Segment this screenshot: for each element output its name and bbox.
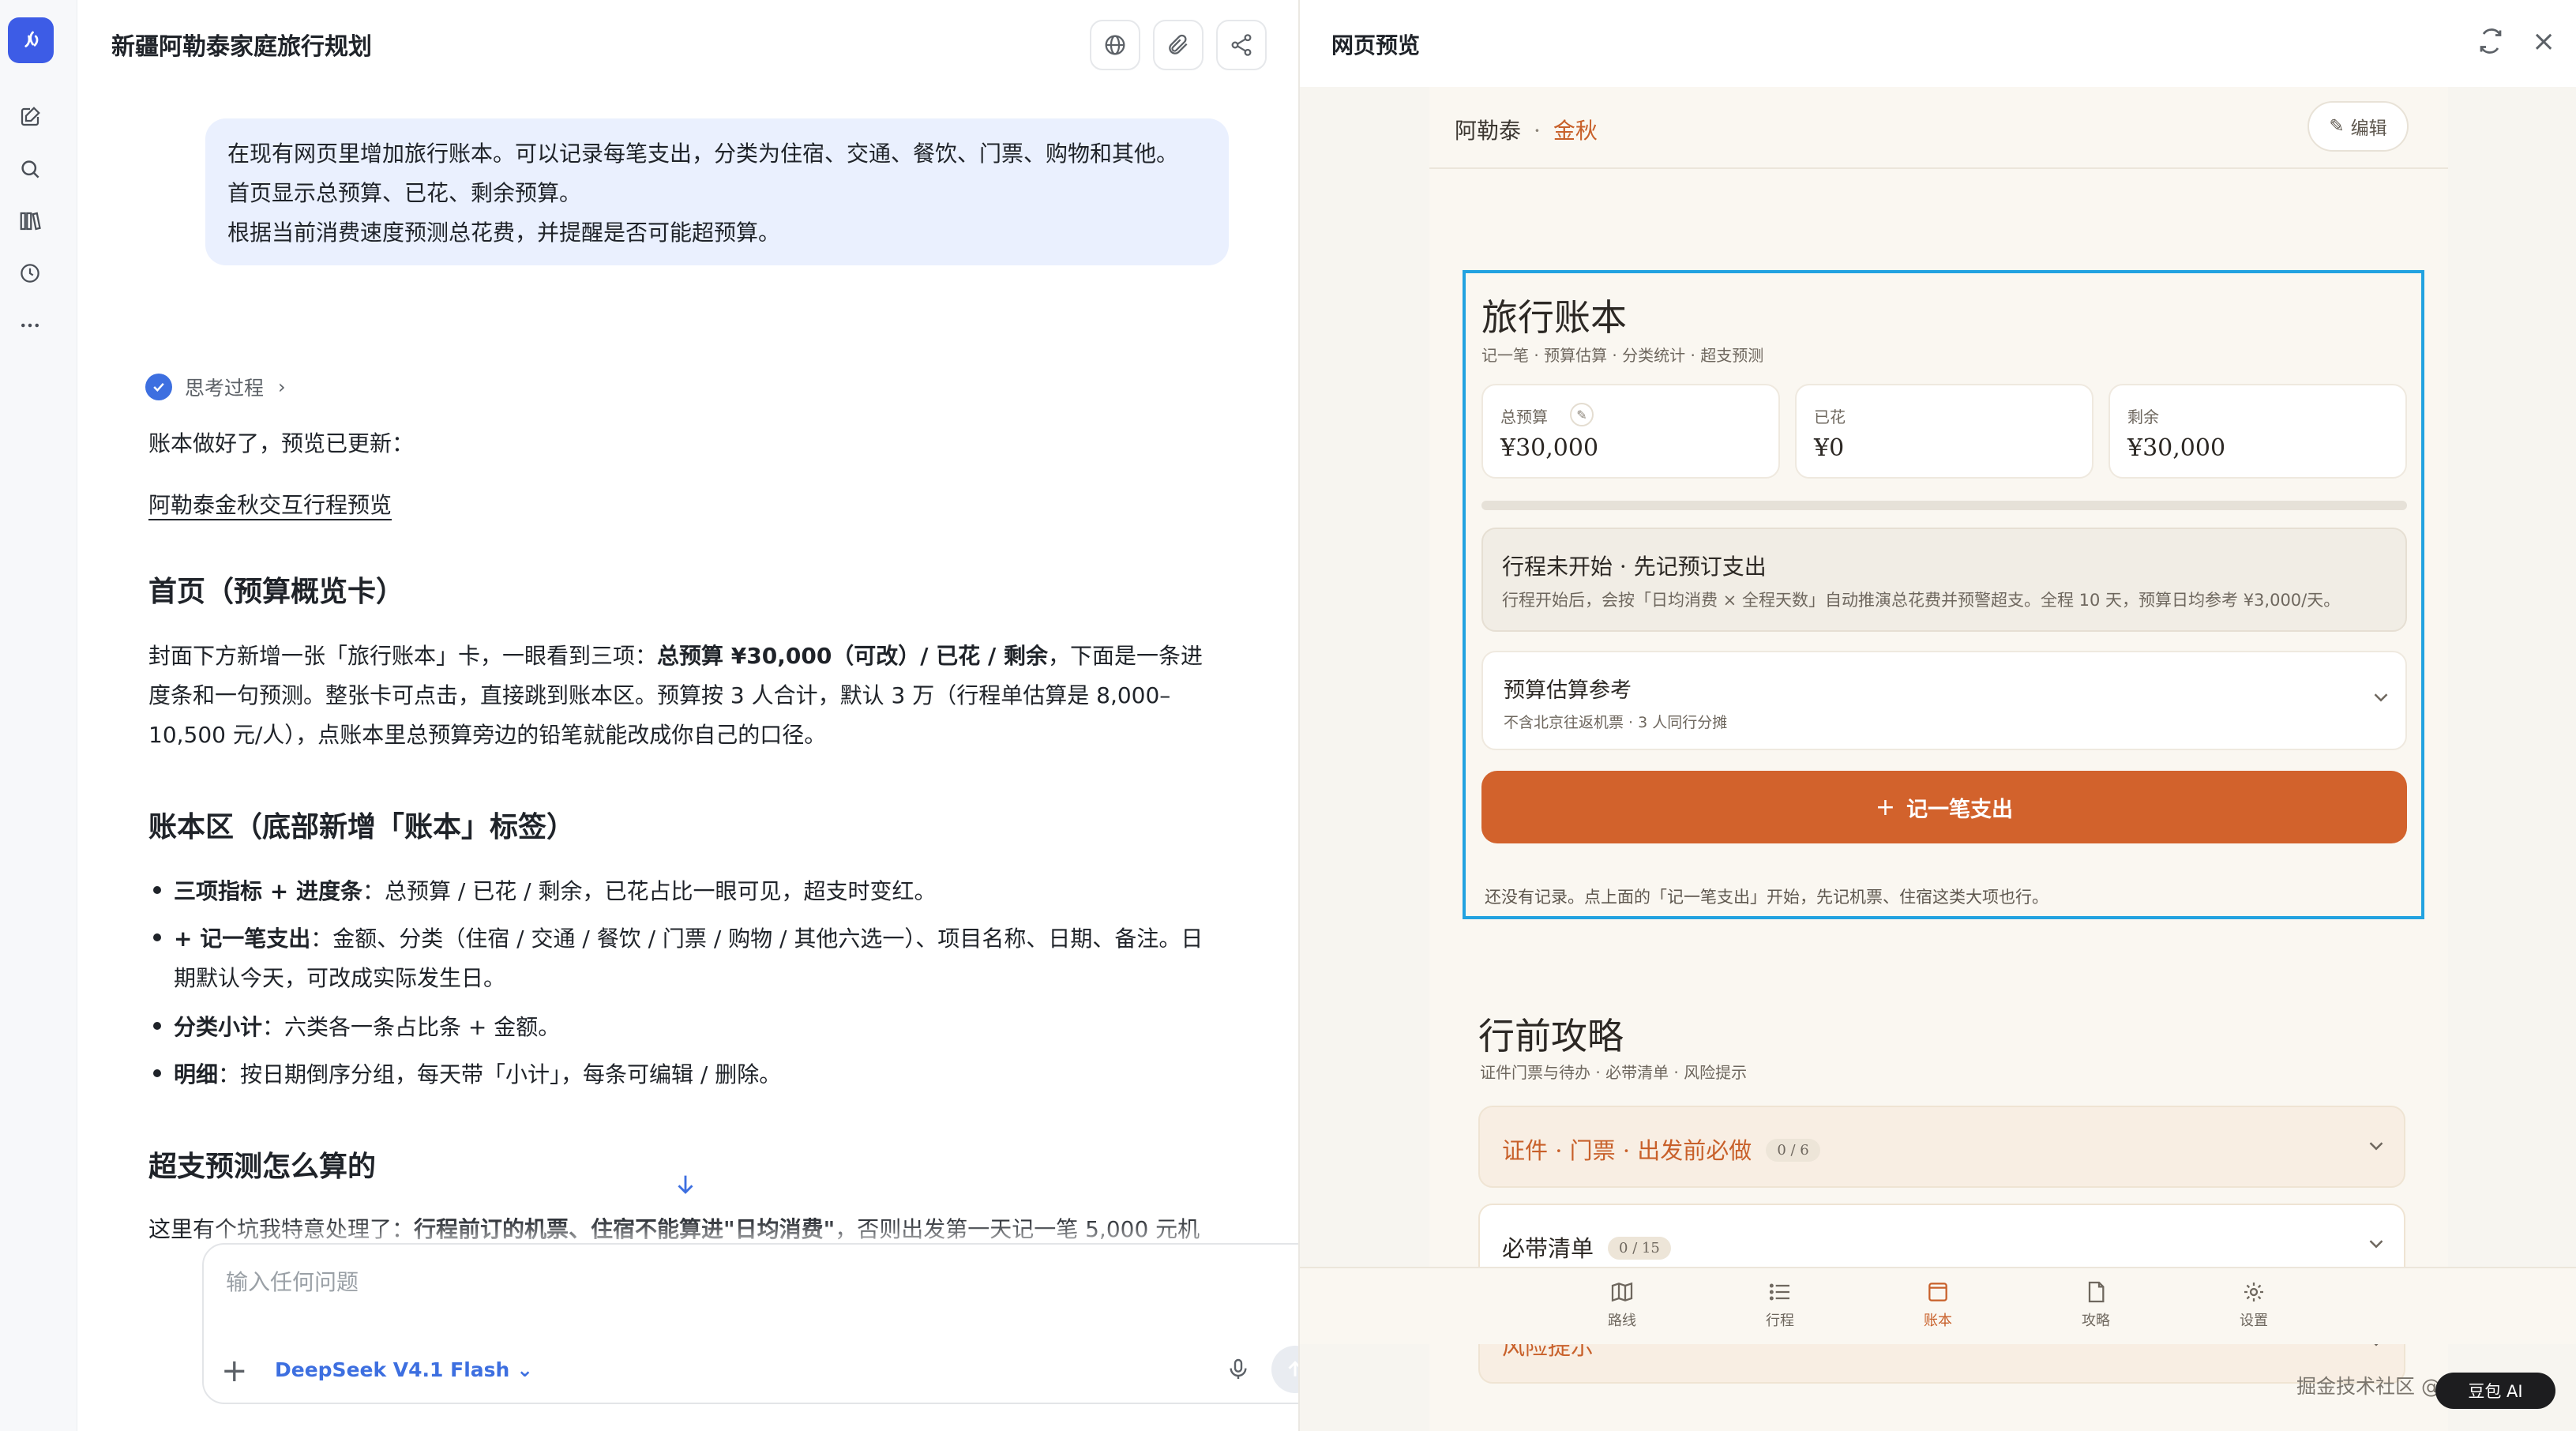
scroll-down-button[interactable] — [662, 1161, 709, 1208]
chevron-right-icon: › — [278, 376, 286, 398]
document-icon — [2088, 1281, 2105, 1303]
wallet-icon — [1928, 1283, 1947, 1301]
nav-ledger[interactable]: 账本 — [1898, 1279, 1977, 1330]
chat-title: 新疆阿勒泰家庭旅行规划 — [111, 33, 372, 61]
count-badge: 0 / 6 — [1766, 1138, 1820, 1162]
mic-button[interactable] — [1221, 1352, 1256, 1387]
map-icon — [1611, 1282, 1633, 1302]
share-icon — [1231, 34, 1252, 56]
empty-state-text: 还没有记录。点上面的「记一笔支出」开始，先记机票、住宿这类大项也行。 — [1485, 888, 2048, 907]
site-brand: 阿勒泰 · 金秋 — [1455, 118, 1598, 144]
new-chat-icon[interactable] — [16, 103, 44, 131]
section-heading: 超支预测怎么算的 — [148, 1151, 377, 1183]
section-heading: 账本区（底部新增「账本」标签） — [148, 811, 576, 843]
section-heading: 首页（预算概览卡） — [148, 576, 405, 608]
budget-reference-card[interactable]: 预算估算参考 不含北京往返机票 · 3 人同行分摊 — [1481, 651, 2407, 750]
guide-subtitle: 证件门票与待办 · 必带清单 · 风险提示 — [1480, 1063, 1748, 1082]
library-icon[interactable] — [16, 207, 44, 235]
globe-icon — [1105, 35, 1125, 55]
nav-route[interactable]: 路线 — [1583, 1279, 1662, 1330]
mic-icon — [1230, 1358, 1247, 1379]
user-message-bubble: 在现有网页里增加旅行账本。可以记录每笔支出，分类为住宿、交通、餐饮、门票、购物和… — [205, 118, 1229, 265]
more-icon[interactable] — [16, 311, 44, 340]
chevron-down-icon: ⌄ — [516, 1358, 534, 1381]
nav-itinerary[interactable]: 行程 — [1740, 1279, 1819, 1330]
user-message-line: 首页显示总预算、已花、剩余预算。 — [227, 180, 582, 206]
chevron-down-icon — [2364, 1232, 2388, 1259]
forecast-notice: 行程未开始 · 先记预订支出 行程开始后，会按「日均消费 × 全程天数」自动推演… — [1481, 528, 2407, 632]
thinking-toggle[interactable]: 思考过程 › — [145, 373, 286, 401]
gear-icon — [2244, 1283, 2263, 1301]
chat-input[interactable]: 输入任何问题 — [226, 1265, 359, 1297]
pencil-icon[interactable]: ✎ — [1570, 403, 1594, 426]
site-header: 阿勒泰 · 金秋 ✎ 编辑 — [1429, 87, 2448, 169]
budget-stat[interactable]: 总预算 ✎ ¥30,000 — [1481, 384, 1780, 479]
chat-pane: 新疆阿勒泰家庭旅行规划 在现有网页里增加旅行账本。可以记录每笔支出，分类为住宿、… — [77, 0, 1330, 1431]
attachment-button[interactable] — [1153, 20, 1204, 70]
list-item: 明细：按日期倒序分组，每天带「小计」，每条可编辑 / 删除。 — [153, 1055, 1306, 1095]
guide-title: 行前攻略 — [1478, 1015, 1624, 1057]
user-message-line: 根据当前消费速度预测总花费，并提醒是否可能超预算。 — [227, 220, 781, 246]
ledger-title: 旅行账本 — [1481, 296, 1627, 339]
reply-intro: 账本做好了，预览已更新： — [148, 430, 415, 456]
nav-guide[interactable]: 攻略 — [2056, 1279, 2135, 1330]
list-item: + 记一笔支出：金额、分类（住宿 / 交通 / 餐饮 / 门票 / 购物 / 其… — [153, 919, 1306, 998]
chevron-down-icon — [2369, 685, 2393, 712]
preview-header: 网页预览 × — [1300, 0, 2576, 87]
app-logo-icon[interactable] — [8, 17, 54, 63]
preview-link[interactable]: 阿勒泰金秋交互行程预览 — [148, 488, 392, 520]
ledger-card[interactable]: 旅行账本 记一笔 · 预算估算 · 分类统计 · 超支预测 总预算 ✎ ¥30,… — [1463, 270, 2424, 919]
model-selector[interactable]: DeepSeek V4.1 Flash ⌄ — [275, 1358, 533, 1381]
site-frame: 阿勒泰 · 金秋 ✎ 编辑 旅行账本 记一笔 · 预算估算 · 分类统计 · 超支预测… — [1429, 87, 2448, 1431]
watermark-badge: 豆包 AI — [2435, 1373, 2555, 1409]
user-message-line: 在现有网页里增加旅行账本。可以记录每笔支出，分类为住宿、交通、餐饮、门票、购物和… — [227, 141, 1179, 167]
remaining-stat: 剩余 ¥30,000 — [2108, 384, 2407, 479]
history-icon[interactable] — [16, 259, 44, 287]
section-paragraph: 封面下方新增一张「旅行账本」卡，一眼看到三项：总预算 ¥30,000（可改）/ … — [148, 643, 1204, 748]
ledger-subtitle: 记一笔 · 预算估算 · 分类统计 · 超支预测 — [1481, 346, 1764, 365]
chevron-down-icon — [2364, 1134, 2388, 1161]
chat-header: 新疆阿勒泰家庭旅行规划 — [77, 0, 1298, 87]
globe-button[interactable] — [1090, 20, 1140, 70]
list-item: 分类小计：六类各一条占比条 + 金额。 — [153, 1008, 1306, 1047]
pencil-icon: ✎ — [2329, 116, 2345, 137]
bottom-nav: 路线 行程 账本 攻略 设置 — [1300, 1267, 2576, 1344]
nav-settings[interactable]: 设置 — [2214, 1279, 2293, 1330]
list-item: 三项指标 + 进度条：总预算 / 已花 / 剩余，已花占比一眼可见，超支时变红。 — [153, 872, 1306, 911]
add-expense-button[interactable]: + 记一笔支出 — [1481, 771, 2407, 843]
count-badge: 0 / 15 — [1608, 1236, 1671, 1260]
paperclip-icon — [1169, 34, 1188, 54]
accordion-documents[interactable]: 证件 · 门票 · 出发前必做 0 / 6 — [1478, 1106, 2405, 1188]
plus-icon[interactable]: + — [221, 1355, 248, 1387]
plus-icon: + — [1875, 793, 1896, 821]
chat-input-box[interactable]: 输入任何问题 + DeepSeek V4.1 Flash ⌄ — [202, 1243, 1330, 1404]
refresh-icon[interactable] — [2476, 27, 2505, 58]
thinking-label: 思考过程 — [185, 377, 265, 400]
close-icon[interactable]: × — [2532, 25, 2555, 58]
edit-button[interactable]: ✎ 编辑 — [2308, 101, 2409, 152]
preview-title: 网页预览 — [1331, 32, 1421, 58]
preview-pane: 网页预览 × 阿勒泰 · 金秋 ✎ 编辑 旅行账本 记一笔 · 预算估算 · 分类统计… — [1298, 0, 2576, 1431]
list-icon — [1769, 1283, 1789, 1301]
search-icon[interactable] — [16, 155, 44, 183]
share-button[interactable] — [1216, 20, 1267, 70]
budget-progress-bar — [1481, 501, 2407, 510]
arrow-down-icon — [678, 1175, 693, 1194]
check-circle-icon — [145, 374, 172, 400]
spent-stat: 已花 ¥0 — [1795, 384, 2093, 479]
left-rail — [0, 0, 77, 1431]
